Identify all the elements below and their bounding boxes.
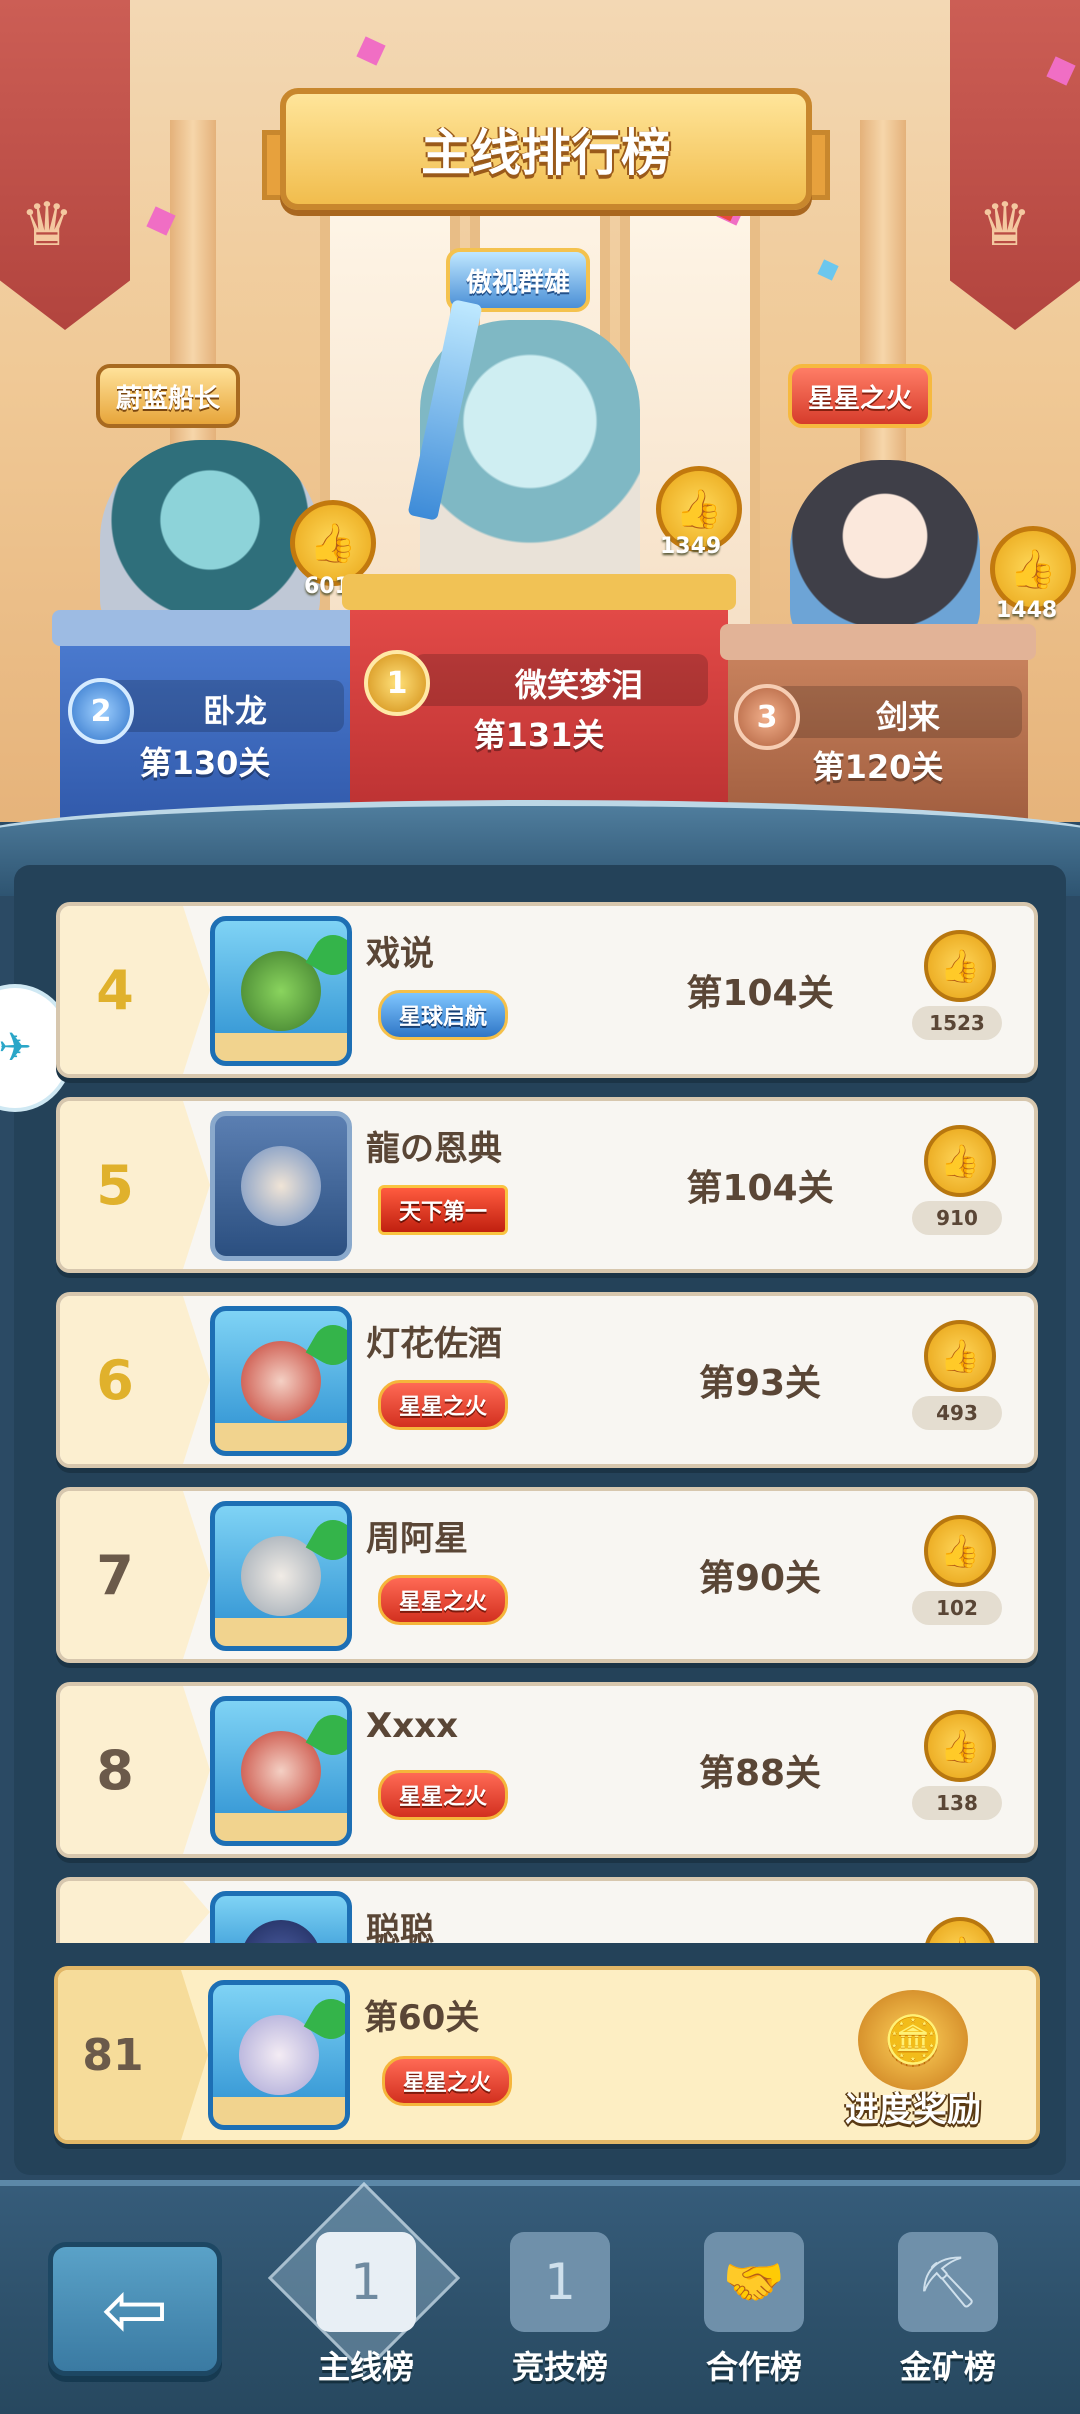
- rank-number: 7: [96, 1543, 134, 1607]
- podium-icon: 1: [316, 2232, 416, 2332]
- player-name: 聪聪: [366, 1911, 434, 1943]
- back-button[interactable]: ⇦: [48, 2242, 222, 2376]
- thumbs-up-icon: 👍: [940, 1727, 980, 1765]
- title-badge: 星星之火: [378, 1380, 509, 1430]
- like-count: 138: [912, 1786, 1002, 1820]
- like-button[interactable]: 👍: [924, 930, 996, 1002]
- player-level: 第93关: [698, 1363, 822, 1404]
- title-badge: 星星之火: [378, 1575, 509, 1625]
- mine-cart-icon: ⛏: [898, 2232, 998, 2332]
- list-item[interactable]: 8 Xxxx 星星之火 第88关 👍 138: [56, 1682, 1038, 1858]
- player-name-first: 微笑梦泪: [514, 666, 643, 704]
- crown-icon: ♛: [978, 190, 1032, 260]
- list-item[interactable]: 7 周阿星 星星之火 第90关 👍 102: [56, 1487, 1038, 1663]
- like-button[interactable]: 👍: [924, 1917, 996, 1943]
- tab-main-line[interactable]: 1 主线榜: [276, 2226, 456, 2396]
- player-level-second: 第130关: [139, 744, 271, 782]
- tab-label: 竞技榜: [511, 2348, 608, 2386]
- handshake-icon: 🤝: [704, 2232, 804, 2332]
- like-count-first: 1349: [660, 534, 722, 559]
- right-banner: [950, 0, 1080, 330]
- player-name: 戏说: [366, 934, 434, 974]
- rank-number: 6: [96, 1348, 134, 1412]
- title-badge: 天下第一: [378, 1185, 509, 1235]
- list-item[interactable]: 4 戏说 星球启航 第104关 👍 1523: [56, 902, 1038, 1078]
- like-button[interactable]: 👍: [924, 1320, 996, 1392]
- player-level: 第104关: [686, 973, 834, 1014]
- podium-stage: ♛ ♛ 主线排行榜 傲视群雄 蔚蓝船长 星星之火 👍 1349 👍 601 👍 …: [0, 0, 1080, 830]
- player-level: 第88关: [698, 1753, 822, 1794]
- like-count-third: 1448: [996, 598, 1058, 623]
- like-button[interactable]: 👍: [924, 1515, 996, 1587]
- rank-number: 5: [96, 1153, 134, 1217]
- player-name: Xxxx: [366, 1706, 459, 1746]
- thumbs-up-icon: 👍: [940, 1532, 980, 1570]
- player-name: 龍の恩典: [366, 1129, 502, 1169]
- crown-icon: ♛: [20, 190, 74, 260]
- page-title-ribbon: 主线排行榜: [280, 88, 812, 210]
- title-badge: 星球启航: [378, 990, 509, 1040]
- my-rank-number: 81: [82, 2029, 144, 2081]
- thumbs-up-icon: 👍: [675, 486, 723, 531]
- player-level-first: 第131关: [473, 716, 605, 754]
- thumbs-up-icon: 👍: [940, 1142, 980, 1180]
- tab-arena[interactable]: 1 竞技榜: [470, 2226, 650, 2396]
- my-title-badge: 星星之火: [382, 2056, 513, 2106]
- thumbs-up-icon: 👍: [940, 1934, 980, 1943]
- trophy-icon: 1: [510, 2232, 610, 2332]
- rank-number: 8: [96, 1738, 134, 1802]
- like-count: 493: [912, 1396, 1002, 1430]
- progress-reward-label[interactable]: 进度奖励: [828, 2082, 998, 2131]
- like-count: 102: [912, 1591, 1002, 1625]
- player-level-third: 第120关: [812, 748, 944, 786]
- avatar[interactable]: [210, 1696, 352, 1846]
- player-level: 第90关: [698, 1558, 822, 1599]
- thumbs-up-icon: 👍: [309, 520, 357, 565]
- thumbs-up-icon: 👍: [940, 947, 980, 985]
- planet-icon: ✈: [0, 1025, 32, 1071]
- tab-gold-mine[interactable]: ⛏ 金矿榜: [858, 2226, 1038, 2396]
- tab-label: 主线榜: [317, 2348, 414, 2386]
- player-name-second: 卧龙: [202, 692, 267, 730]
- podium-second: 2 卧龙 第130关: [52, 610, 358, 830]
- avatar[interactable]: [210, 1891, 352, 1943]
- thumbs-up-icon: 👍: [1009, 546, 1057, 591]
- avatar[interactable]: [210, 1111, 352, 1261]
- rank-number: 4: [96, 958, 134, 1022]
- player-name: 灯花佐酒: [366, 1324, 502, 1364]
- confetti: [356, 36, 386, 66]
- like-count: 910: [912, 1201, 1002, 1235]
- badge-third: 星星之火: [788, 364, 933, 428]
- left-banner: [0, 0, 130, 330]
- avatar[interactable]: [210, 1306, 352, 1456]
- like-count: 1523: [912, 1006, 1002, 1040]
- like-button[interactable]: 👍: [924, 1125, 996, 1197]
- list-item[interactable]: 5 龍の恩典 天下第一 第104关 👍 910: [56, 1097, 1038, 1273]
- confetti: [817, 259, 839, 281]
- badge-second: 蔚蓝船长: [96, 364, 241, 428]
- back-arrow-icon: ⇦: [101, 2262, 169, 2356]
- player-name: 周阿星: [366, 1519, 468, 1559]
- hero-avatar-third[interactable]: [790, 460, 980, 650]
- page-title: 主线排行榜: [421, 124, 671, 182]
- avatar[interactable]: [210, 916, 352, 1066]
- rank-medal-first: 1: [364, 650, 430, 716]
- title-badge: 星星之火: [378, 1770, 509, 1820]
- list-item[interactable]: 6 灯花佐酒 星星之火 第93关 👍 493: [56, 1292, 1038, 1468]
- my-rank-row[interactable]: 81 第60关 星星之火 🪙 进度奖励: [54, 1966, 1040, 2144]
- thumbs-up-icon: 👍: [940, 1337, 980, 1375]
- my-avatar[interactable]: [208, 1980, 350, 2130]
- podium-first: 1 微笑梦泪 第131关: [342, 574, 736, 830]
- tab-cooperation[interactable]: 🤝 合作榜: [664, 2226, 844, 2396]
- tab-label: 合作榜: [705, 2348, 802, 2386]
- player-name-third: 剑来: [875, 698, 940, 736]
- like-button[interactable]: 👍: [924, 1710, 996, 1782]
- bottom-nav: ⇦ 1 主线榜 1 竞技榜 🤝 合作榜 ⛏ 金矿榜: [0, 2180, 1080, 2414]
- player-level: 第104关: [686, 1168, 834, 1209]
- avatar[interactable]: [210, 1501, 352, 1651]
- tab-label: 金矿榜: [899, 2348, 996, 2386]
- treasure-chest-icon[interactable]: 🪙: [858, 1990, 968, 2090]
- list-item[interactable]: 聪聪 👍: [56, 1877, 1038, 1943]
- my-level: 第60关: [364, 1998, 480, 2038]
